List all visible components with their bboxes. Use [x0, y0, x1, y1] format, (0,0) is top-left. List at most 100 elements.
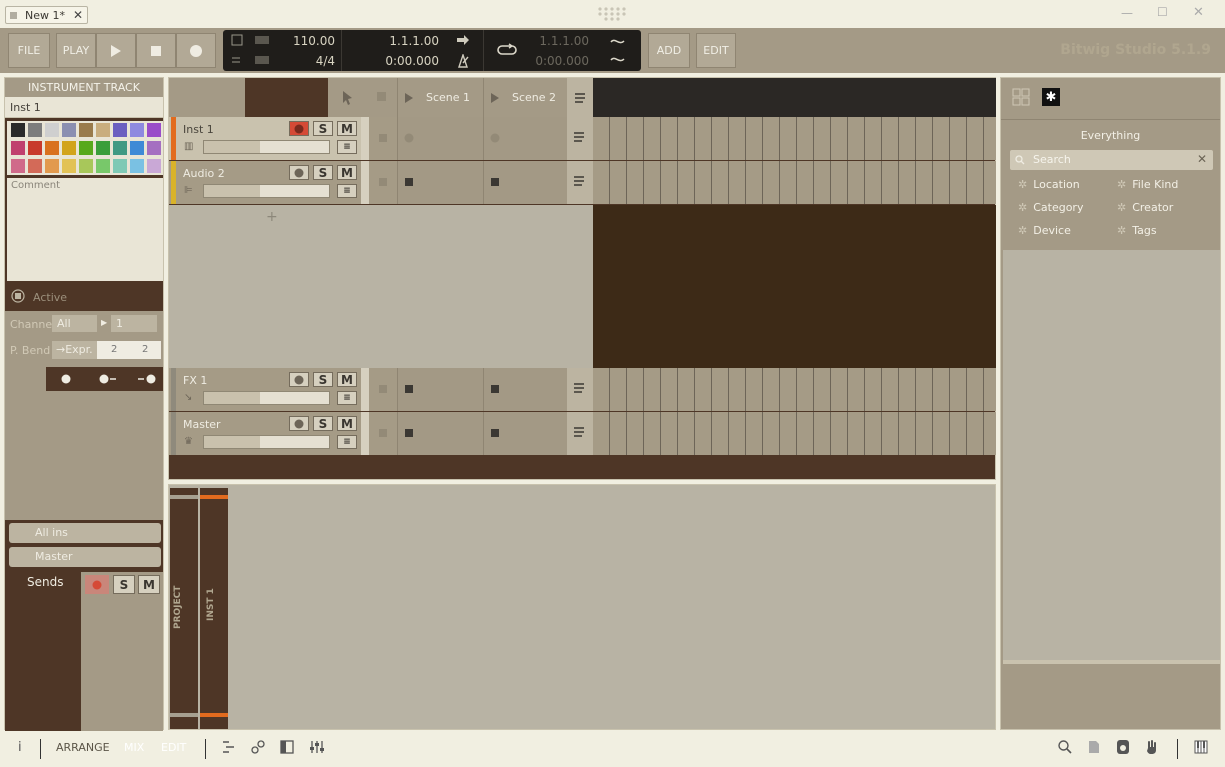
clip-slot[interactable] [397, 412, 483, 455]
play-button[interactable] [96, 33, 136, 68]
add-track-button[interactable]: + [266, 209, 278, 225]
arrange-lane[interactable] [593, 368, 996, 411]
track-name[interactable]: Audio 2 [183, 167, 225, 180]
volume-fader[interactable] [203, 184, 330, 198]
edit-button[interactable]: EDIT [696, 33, 736, 68]
file-button[interactable]: FILE [8, 33, 50, 68]
info-button[interactable]: i [18, 740, 22, 755]
scene-header[interactable]: Scene 2 [483, 78, 569, 117]
color-swatch[interactable] [11, 141, 25, 155]
browser-filter[interactable]: ✲ Category [1018, 201, 1083, 214]
track-stop-button[interactable] [369, 368, 397, 411]
tempo-value[interactable]: 110.00 [275, 34, 335, 48]
automation-icon[interactable] [610, 36, 626, 66]
color-swatch[interactable] [28, 159, 42, 173]
maximize-button[interactable]: ☐ [1157, 5, 1168, 19]
color-swatch[interactable] [147, 141, 161, 155]
document-tab[interactable]: New 1* ✕ [5, 6, 88, 24]
color-swatch[interactable] [96, 141, 110, 155]
grid-view-icon[interactable] [1012, 88, 1030, 106]
clip-slot[interactable] [483, 412, 569, 455]
track-stop-button[interactable] [369, 117, 397, 160]
color-swatch[interactable] [130, 141, 144, 155]
record-arm-button[interactable] [289, 416, 309, 431]
stop-button[interactable] [136, 33, 176, 68]
track-menu-button[interactable]: ≡ [337, 140, 357, 154]
mute-button[interactable]: M [337, 165, 357, 180]
track-stop-button[interactable] [369, 161, 397, 204]
clip-slot[interactable] [397, 117, 483, 160]
color-swatch[interactable] [147, 123, 161, 137]
color-swatch[interactable] [79, 141, 93, 155]
arrange-lane[interactable] [593, 161, 996, 204]
mute-button[interactable]: M [138, 575, 160, 594]
power-icon[interactable] [11, 289, 25, 303]
color-swatch[interactable] [11, 159, 25, 173]
track-name[interactable]: Inst 1 [183, 123, 214, 136]
browser-filter[interactable]: ✲ Device [1018, 224, 1071, 237]
color-swatch[interactable] [45, 123, 59, 137]
browser-filter[interactable]: ✲ Creator [1117, 201, 1173, 214]
track-stop-button[interactable] [369, 412, 397, 455]
color-swatch[interactable] [62, 141, 76, 155]
track-menu-button[interactable]: ≡ [337, 391, 357, 405]
color-swatch[interactable] [79, 123, 93, 137]
track-name[interactable]: Master [183, 418, 221, 431]
arrange-lane[interactable] [593, 412, 996, 455]
input-routing-select[interactable]: All ins [9, 523, 161, 543]
stop-all-clips-button[interactable] [377, 92, 386, 101]
loop-time[interactable]: 0:00.000 [513, 54, 589, 68]
window-close-button[interactable]: ✕ [1193, 5, 1204, 20]
scene-menu-icon[interactable] [574, 92, 588, 104]
color-swatch[interactable] [96, 159, 110, 173]
mute-button[interactable]: M [337, 121, 357, 136]
volume-fader[interactable] [203, 391, 330, 405]
clip-slot[interactable] [483, 117, 569, 160]
browser-filter[interactable]: ✲ Location [1018, 178, 1080, 191]
solo-button[interactable]: S [313, 372, 333, 387]
everything-icon[interactable]: ✱ [1042, 88, 1060, 106]
track-slot-menu-icon[interactable] [567, 368, 593, 411]
color-swatch[interactable] [62, 159, 76, 173]
position-bars[interactable]: 1.1.1.00 [353, 34, 439, 48]
clip-slot[interactable] [483, 161, 569, 204]
browser-filter[interactable]: ✲ File Kind [1117, 178, 1178, 191]
color-swatch[interactable] [96, 123, 110, 137]
track-row[interactable]: Master S M ♛ ≡ [169, 412, 593, 455]
comment-area[interactable]: Comment [7, 178, 163, 281]
time-icons[interactable] [60, 372, 160, 386]
channel-number[interactable]: 1 [111, 315, 157, 332]
color-swatch[interactable] [62, 123, 76, 137]
browser-search-input[interactable]: Search ✕ [1010, 150, 1213, 170]
browser-filter[interactable]: ✲ Tags [1117, 224, 1157, 237]
volume-fader[interactable] [203, 140, 330, 154]
color-swatch[interactable] [79, 159, 93, 173]
scene-header[interactable]: Scene 1 [397, 78, 483, 117]
edit-view-tab[interactable]: EDIT [161, 741, 186, 754]
drag-handle-icon[interactable] [597, 6, 629, 21]
punch-icon[interactable] [455, 34, 471, 48]
scene-play-icon[interactable] [404, 92, 414, 104]
piano-keys-icon[interactable] [1194, 740, 1208, 754]
play-menu-button[interactable]: PLAY [56, 33, 96, 68]
track-name-field[interactable]: Inst 1 [5, 97, 163, 118]
solo-button[interactable]: S [313, 165, 333, 180]
device-icon[interactable] [1116, 739, 1130, 755]
pbend-range-b[interactable]: 2 [142, 344, 148, 355]
clip-slot[interactable] [397, 161, 483, 204]
color-swatch[interactable] [45, 159, 59, 173]
loop-bars[interactable]: 1.1.1.00 [513, 34, 589, 48]
scene-play-icon[interactable] [490, 92, 500, 104]
record-arm-button[interactable] [85, 575, 109, 594]
channel-select[interactable]: All [52, 315, 97, 332]
color-swatch[interactable] [45, 141, 59, 155]
mute-button[interactable]: M [337, 372, 357, 387]
time-signature-value[interactable]: 4/4 [275, 54, 335, 68]
record-arm-button[interactable] [289, 372, 309, 387]
position-time[interactable]: 0:00.000 [353, 54, 439, 68]
pbend-range-a[interactable]: 2 [111, 344, 117, 355]
solo-button[interactable]: S [113, 575, 135, 594]
color-swatch[interactable] [130, 159, 144, 173]
clear-search-icon[interactable]: ✕ [1197, 152, 1207, 166]
color-swatch[interactable] [113, 123, 127, 137]
